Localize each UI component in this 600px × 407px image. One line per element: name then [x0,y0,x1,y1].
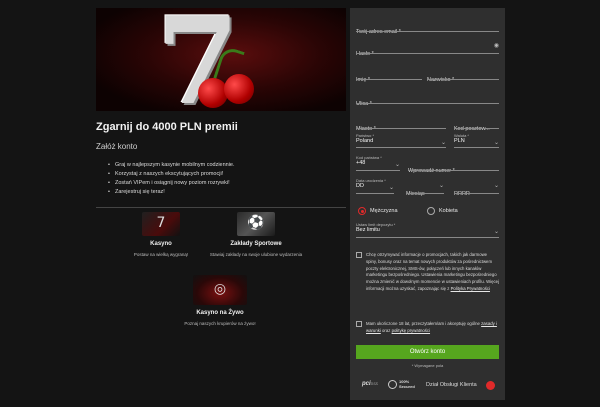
marketing-checkbox[interactable] [356,252,362,258]
chevron-down-icon: ⌄ [493,228,499,235]
gender-female-radio[interactable]: Kobieta [427,207,458,215]
dob-month-value: Miesiąc [406,191,425,197]
street-label: Ulica * [356,101,372,107]
eye-icon[interactable]: ◉ [494,42,499,49]
gender-male-label: Mężczyzna [370,208,398,214]
product-desc: Stawiaj zakłady na swoje ulubione wydarz… [209,252,303,257]
city-field[interactable]: Miasto * [356,117,446,132]
shield-icon [388,380,397,389]
hero-banner: 7 [96,8,346,111]
chevron-down-icon: ⌄ [388,184,394,191]
phone-label: Wprowadź numer * [408,168,455,174]
first-name-label: Imię * [356,77,371,83]
dob-month-select[interactable]: Miesiąc ⌄ [406,182,444,197]
promo-title: Zgarnij do 4000 PLN premii [96,121,238,133]
city-label: Miasto * [356,126,376,132]
last-name-field[interactable]: Nazwisko * [427,68,499,83]
product-live-casino[interactable]: ◎ Kasyno na Żywo Poznaj naszych krupieró… [170,275,270,326]
required-note: * Wymagane pola [411,363,444,368]
first-name-field[interactable]: Imię * [356,68,422,83]
pci-sub-text: DSS [370,382,378,386]
last-name-label: Nazwisko * [427,77,455,83]
email-field[interactable]: Twój adres email * [356,20,499,35]
chevron-down-icon: ⌄ [394,161,400,168]
radio-empty-icon [427,207,435,215]
benefit-item: Zostań VIPem i osiągnij nowy poziom rozr… [108,179,346,188]
product-name: Kasyno [150,241,172,247]
cherry-icon [198,78,228,108]
chevron-down-icon: ⌄ [493,139,499,146]
age-checkbox[interactable] [356,321,362,327]
postal-code-label: Kod pocztow... [454,126,490,132]
password-field[interactable]: Hasło * ◉ [356,42,499,57]
chevron-down-icon: ⌄ [440,139,446,146]
dob-day-select[interactable]: Data urodzenia * DD ⌄ [356,178,394,194]
product-casino[interactable]: 7 Kasyno Postaw na wielką wygraną! [131,212,191,257]
secured-bottom: Secured [399,383,415,389]
secured-badge: 100% Secured [388,379,415,389]
email-label: Twój adres email * [356,29,401,35]
open-account-button[interactable]: Otwórz konto [356,345,499,359]
product-desc: Postaw na wielką wygraną! [133,252,189,257]
pci-text: pci [362,381,371,387]
slot-seven-icon: 7 [142,212,180,236]
registration-page: 7 Zgarnij do 4000 PLN premii Załóż konto… [0,0,600,407]
product-desc: Poznaj naszych krupierów na żywo! [184,321,256,326]
dob-year-value: RRRR [454,191,470,197]
gender-female-label: Kobieta [439,208,458,214]
product-name: Zakłady Sportowe [230,241,282,247]
dob-year-select[interactable]: RRRR ⌄ [454,182,499,197]
product-sports[interactable]: ⚽ Zakłady Sportowe Stawiaj zakłady na sw… [200,212,312,257]
registration-form: Twój adres email * Hasło * ◉ Imię * Nazw… [350,8,505,400]
currency-select[interactable]: Waluta * PLN ⌄ [454,133,499,148]
chevron-down-icon: ⌄ [438,182,444,189]
age-consent: Mam ukończone 18 lat, przeczytałem/am i … [356,321,499,335]
football-icon: ⚽ [237,212,275,236]
privacy-link[interactable]: politykę prywatności [392,328,430,333]
country-value: Poland [356,138,374,144]
support-icon[interactable] [486,381,495,390]
gender-male-radio[interactable]: Mężczyzna [358,207,398,215]
benefit-item: Graj w najlepszym kasynie mobilnym codzi… [108,161,346,170]
pci-dss-badge: pciDSS [362,381,378,387]
phone-code-value: +48 [356,160,366,166]
privacy-policy-link[interactable]: Polityka Prywatności [451,286,490,291]
password-label: Hasło * [356,51,374,57]
create-account-title: Załóż konto [96,142,138,151]
promo-panel: 7 Zgarnij do 4000 PLN premii Załóż konto… [96,8,346,208]
phone-code-select[interactable]: Kod państwa * +48 ⌄ [356,155,400,171]
benefit-item: Korzystaj z naszych ekscytujących promoc… [108,170,346,179]
divider [96,207,346,208]
support-link[interactable]: Dział Obsługi Klienta [426,382,477,388]
country-select[interactable]: Państwo * Poland ⌄ [356,133,446,148]
chevron-down-icon: ⌄ [493,182,499,189]
street-field[interactable]: Ulica * [356,92,499,107]
postal-code-field[interactable]: Kod pocztow... [454,117,499,132]
currency-value: PLN [454,138,465,144]
deposit-limit-select[interactable]: Ustaw limit depozytu * Bez limitu ⌄ [356,222,499,238]
product-name: Kasyno na Żywo [196,310,244,316]
roulette-icon: ◎ [193,275,247,305]
radio-selected-icon [358,207,366,215]
age-consent-text: Mam ukończone 18 lat, przeczytałem/am i … [366,321,480,326]
benefits-list: Graj w najlepszym kasynie mobilnym codzi… [108,161,346,197]
benefit-item: Zarejestruj się teraz! [108,188,346,197]
phone-field[interactable]: Wprowadź numer * [408,159,499,174]
marketing-consent: Chcę otrzymywać informacje o promocjach,… [356,252,499,293]
cherry-icon [224,74,254,104]
deposit-limit-value: Bez limitu [356,227,380,233]
age-consent-and: oraz [382,327,391,333]
